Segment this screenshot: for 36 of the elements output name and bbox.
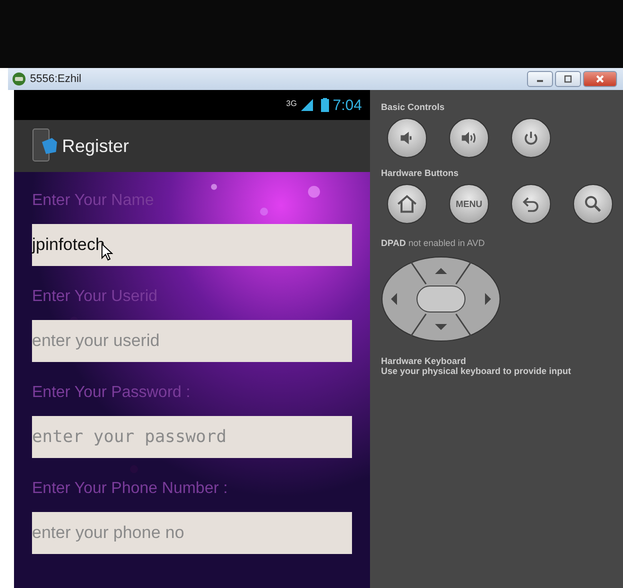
section-title: Hardware Buttons <box>381 168 460 178</box>
search-button[interactable] <box>573 184 613 224</box>
dpad-note: DPAD not enabled in AVD <box>381 238 486 248</box>
input-field[interactable]: jpinfotech <box>32 224 352 266</box>
speaker-loud-icon <box>460 129 478 147</box>
back-button[interactable] <box>511 184 551 224</box>
app-icon <box>32 128 58 164</box>
search-icon <box>583 194 603 214</box>
keyboard-note: Use your physical keyboard to provide input <box>381 366 572 376</box>
maximize-button[interactable] <box>555 71 581 87</box>
house-icon <box>396 193 418 215</box>
clock: 7:04 <box>332 96 362 114</box>
minimize-button[interactable] <box>527 71 553 87</box>
emulator-icon <box>12 72 26 86</box>
volume-down-button[interactable] <box>387 118 427 158</box>
maximize-icon <box>563 74 573 84</box>
power-button[interactable] <box>511 118 551 158</box>
input-field[interactable]: enter your phone no <box>32 512 352 554</box>
input-field[interactable]: enter your userid <box>32 320 352 362</box>
home-button[interactable] <box>387 184 427 224</box>
field-label: Enter Your Phone Number : <box>32 480 229 499</box>
power-icon <box>522 129 540 147</box>
close-button[interactable] <box>583 71 617 87</box>
input-field[interactable]: enter your password <box>32 416 352 458</box>
section-title: Basic Controls <box>381 102 446 112</box>
screen-title: Register <box>62 136 130 156</box>
field-label: Enter Your Userid <box>32 288 158 307</box>
signal-icon <box>300 99 313 111</box>
menu-button[interactable]: MENU <box>449 184 489 224</box>
window-title: 5556:Ezhil <box>30 73 82 85</box>
section-title: Hardware Keyboard <box>381 356 468 366</box>
close-icon <box>595 74 605 84</box>
battery-icon <box>320 98 329 112</box>
volume-up-button[interactable] <box>449 118 489 158</box>
network-type: 3G <box>286 99 297 108</box>
field-label: Enter Your Password : <box>32 384 192 403</box>
